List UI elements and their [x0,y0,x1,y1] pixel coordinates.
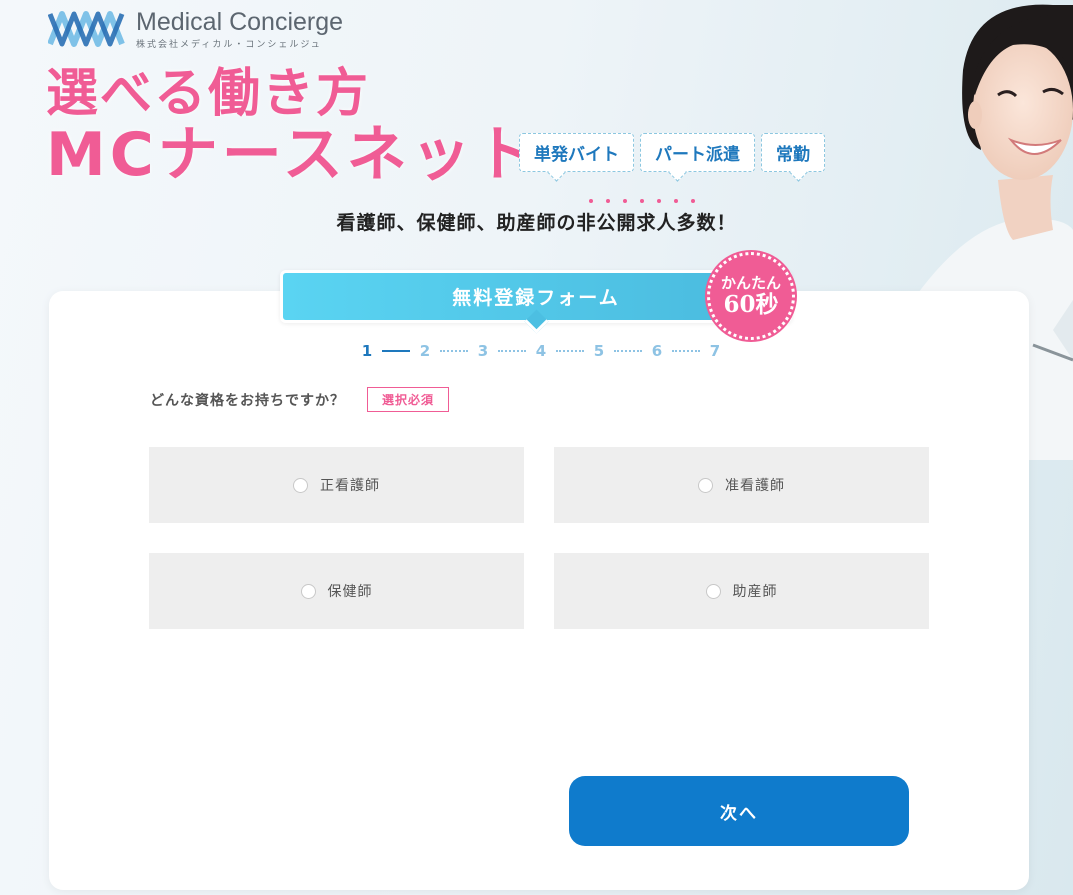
radio-icon[interactable] [300,583,316,599]
step-connector [498,350,526,352]
step-4: 4 [535,342,547,360]
step-1: 1 [361,342,373,360]
tagline: 看護師、保健師、助産師の非公開求人多数！ [336,212,737,234]
option-public-health-nurse[interactable]: 保健師 [149,553,524,629]
tag-part-dispatch: パート派遣 [640,133,755,172]
qualification-question: どんな資格をお持ちですか？ 選択必須 [150,387,450,412]
step-connector [440,350,468,352]
logo-name: Medical Concierge [136,8,344,36]
option-midwife[interactable]: 助産師 [554,553,929,629]
radio-icon[interactable] [698,477,713,493]
step-5: 5 [593,342,605,360]
radio-icon[interactable] [293,477,308,493]
step-3: 3 [477,342,489,360]
tag-full-time: 常勤 [761,133,825,172]
option-registered-nurse[interactable]: 正看護師 [149,447,524,523]
step-connector [382,350,410,352]
option-label: 助産師 [732,584,778,600]
required-badge: 選択必須 [367,387,450,412]
option-label: 准看護師 [725,478,785,494]
step-6: 6 [651,342,663,360]
sixty-seconds-badge: かんたん 60秒 [707,252,795,340]
badge-easy-label: かんたん [720,274,781,292]
step-connector [556,350,584,352]
step-7: 7 [709,342,721,360]
step-indicator: 1 2 3 4 5 6 7 [360,342,722,360]
logo[interactable]: Medical Concierge 株式会社メディカル・コンシェルジュ [48,8,343,50]
question-text: どんな資格をお持ちですか？ [150,392,345,409]
next-button[interactable]: 次へ [569,776,909,846]
work-style-tags: 単発バイト パート派遣 常勤 [519,133,825,172]
radio-icon[interactable] [705,583,721,599]
option-label: 保健師 [327,584,373,600]
step-connector [672,350,700,352]
catch-copy-line2: MCナースネット [46,120,539,190]
badge-seconds-label: 60秒 [723,291,779,318]
option-practical-nurse[interactable]: 准看護師 [554,447,929,523]
tag-single-job: 単発バイト [519,133,634,172]
logo-company-name: 株式会社メディカル・コンシェルジュ [136,40,322,50]
option-label: 正看護師 [320,478,380,494]
medical-concierge-logo-icon [48,11,125,47]
step-connector [614,350,642,352]
step-2: 2 [419,342,431,360]
catch-copy-line1: 選べる働き方 [46,64,371,124]
emphasis-dots [589,199,695,203]
